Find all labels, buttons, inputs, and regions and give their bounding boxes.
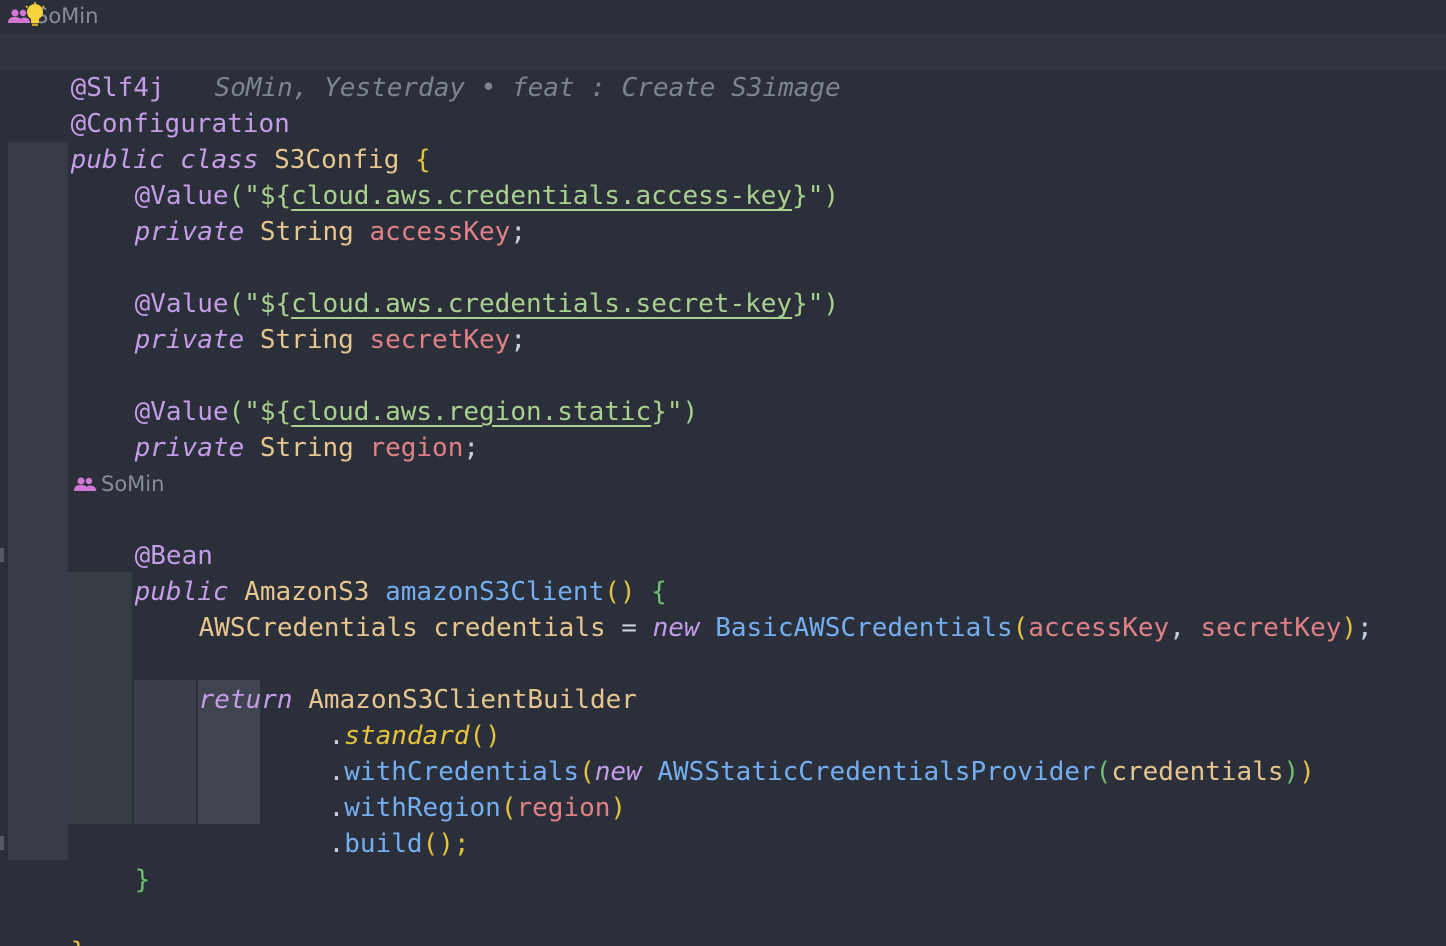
paren-open: ( xyxy=(1095,757,1112,787)
semicolon: ; xyxy=(1357,613,1373,643)
code-line-1[interactable]: @Slf4j SoMin, Yesterday • feat : Create S… xyxy=(0,34,1446,103)
code-vision-author-method[interactable]: SoMin xyxy=(74,470,164,498)
code-line-5[interactable]: private String accessKey; xyxy=(72,178,526,247)
indent-guide-level-1 xyxy=(8,142,68,860)
code-vision-author-top[interactable]: SoMin xyxy=(8,2,98,30)
semicolon: ; xyxy=(510,325,526,355)
brace-close: } xyxy=(134,865,151,895)
code-line-19[interactable]: .withCredentials(new AWSStaticCredential… xyxy=(266,718,1315,787)
brace-close: } xyxy=(71,937,87,946)
code-line-20[interactable]: .withRegion(region) xyxy=(266,754,626,823)
code-line-10[interactable]: @Value("${cloud.aws.region.static}") xyxy=(72,358,699,427)
code-line-2[interactable]: @Configuration xyxy=(8,70,290,139)
method-build: build xyxy=(344,829,423,859)
code-line-11[interactable]: private String region; xyxy=(72,394,479,463)
class-basic-aws-credentials: BasicAWSCredentials xyxy=(715,613,1013,643)
semicolon: ; xyxy=(510,217,526,247)
semicolon: ; xyxy=(463,433,480,463)
keyword-private: private xyxy=(134,217,245,247)
arg-secret-key: secretKey xyxy=(1200,613,1342,643)
parens-semicolon: (); xyxy=(422,829,470,859)
string-close: }") xyxy=(651,397,699,427)
author-name: SoMin xyxy=(101,472,165,496)
git-blame-inline[interactable]: SoMin, Yesterday • feat : Create S3image xyxy=(215,73,841,103)
code-line-14[interactable]: public AmazonS3 amazonS3Client() { xyxy=(72,538,667,607)
string-close: }") xyxy=(792,289,840,319)
dot: . xyxy=(328,829,345,859)
code-line-15[interactable]: AWSCredentials credentials = new BasicAW… xyxy=(136,574,1373,643)
class-static-credentials-provider: AWSStaticCredentialsProvider xyxy=(657,757,1096,787)
code-line-24[interactable]: } xyxy=(8,898,87,946)
paren-close: ) xyxy=(1299,757,1315,787)
type-aws-credentials: AWSCredentials xyxy=(198,613,418,643)
paren-close: ) xyxy=(1341,613,1358,643)
field-region: region xyxy=(369,433,464,463)
operator-assign: = xyxy=(621,613,637,643)
code-line-7[interactable]: @Value("${cloud.aws.credentials.secret-k… xyxy=(72,250,839,319)
paren-close: ) xyxy=(610,793,627,823)
keyword-private: private xyxy=(134,325,245,355)
field-secret-key: secretKey xyxy=(369,325,511,355)
variable-credentials: credentials xyxy=(433,613,606,643)
comma: , xyxy=(1169,613,1185,643)
code-line-13[interactable]: @Bean xyxy=(72,502,213,571)
type-string: String xyxy=(259,325,354,355)
code-editor[interactable]: SoMin @Slf4j SoMin, Yesterday • feat : Cr… xyxy=(0,0,1446,946)
code-line-18[interactable]: .standard() xyxy=(266,682,501,751)
arg-credentials: credentials xyxy=(1111,757,1284,787)
field-access-key: accessKey xyxy=(369,217,511,247)
code-line-3[interactable]: public class S3Config { xyxy=(8,106,431,175)
paren-open: ( xyxy=(500,793,517,823)
arg-access-key: accessKey xyxy=(1028,613,1170,643)
type-string: String xyxy=(259,433,354,463)
type-string: String xyxy=(259,217,354,247)
fold-marker[interactable] xyxy=(0,836,4,850)
paren-open: ( xyxy=(1012,613,1029,643)
keyword-new: new xyxy=(652,613,700,643)
arg-region: region xyxy=(516,793,611,823)
string-close: }") xyxy=(792,181,840,211)
code-line-22[interactable]: } xyxy=(72,826,151,895)
people-icon xyxy=(74,476,96,492)
paren-close: ) xyxy=(1283,757,1300,787)
code-line-21[interactable]: .build(); xyxy=(266,790,470,859)
fold-marker[interactable] xyxy=(0,548,4,562)
code-line-8[interactable]: private String secretKey; xyxy=(72,286,526,355)
keyword-private: private xyxy=(134,433,245,463)
code-line-17[interactable]: return AmazonS3ClientBuilder xyxy=(136,646,637,715)
code-line-4[interactable]: @Value("${cloud.aws.credentials.access-k… xyxy=(72,142,839,211)
lightbulb-icon[interactable] xyxy=(24,2,46,28)
